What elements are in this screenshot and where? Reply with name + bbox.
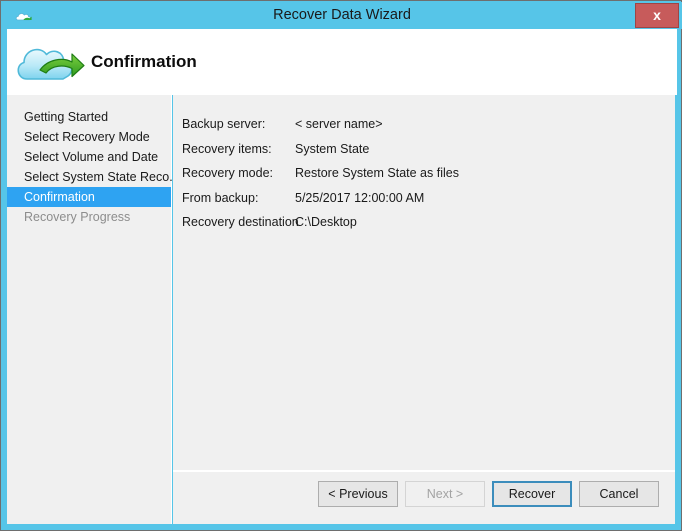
wizard-steps-sidebar: Getting Started Select Recovery Mode Sel… [7,95,180,524]
confirmation-details: Backup server: < server name> Recovery it… [182,112,665,235]
detail-row: Recovery destinationC:\Desktop [182,210,665,235]
sidebar-item-select-volume-and-date[interactable]: Select Volume and Date [7,147,171,167]
backup-server-value: < server name> [295,117,383,131]
cloud-recovery-icon [13,37,85,89]
wizard-button-bar: < Previous Next > Recover Cancel [311,481,659,507]
recovery-items-value: System State [295,141,370,156]
from-backup-value: 5/25/2017 12:00:00 AM [295,190,425,205]
next-button: Next > [405,481,485,507]
detail-row: Recovery mode: Restore System State as fi… [182,161,665,186]
footer-divider [173,470,675,472]
sidebar-item-confirmation[interactable]: Confirmation [7,187,171,207]
recovery-destination-label: Recovery destination [182,215,299,229]
title-bar: Recover Data Wizard x [2,2,682,29]
close-button[interactable]: x [635,3,679,28]
recovery-mode-value: Restore System State as files [295,166,459,180]
cancel-button[interactable]: Cancel [579,481,659,507]
wizard-window: Recover Data Wizard x Confirmation Getti… [0,0,682,531]
recovery-destination-value: C:\Desktop [295,215,357,229]
backup-server-label: Backup server: [182,117,266,131]
sidebar-item-recovery-progress: Recovery Progress [24,210,131,224]
detail-row: Recovery items: System State [182,137,665,162]
detail-row: Backup server: < server name> [182,112,665,137]
recovery-items-label: Recovery items: [182,141,272,156]
recovery-mode-label: Recovery mode: [182,166,274,180]
window-title: Recover Data Wizard [273,7,411,23]
detail-row: From backup: 5/25/2017 12:00:00 AM [182,186,665,211]
sidebar-item-getting-started[interactable]: Getting Started [7,107,171,127]
wizard-header: Confirmation [7,29,677,95]
page-title: Confirmation [91,52,197,71]
previous-button[interactable]: < Previous [318,481,398,507]
content-panel: Backup server: < server name> Recovery it… [173,95,675,524]
from-backup-label: From backup: [182,190,259,205]
recover-button[interactable]: Recover [492,481,572,507]
sidebar-item-select-recovery-mode[interactable]: Select Recovery Mode [7,127,171,147]
sidebar-item-select-system-state-recovery[interactable]: Select System State Reco... [7,167,180,187]
